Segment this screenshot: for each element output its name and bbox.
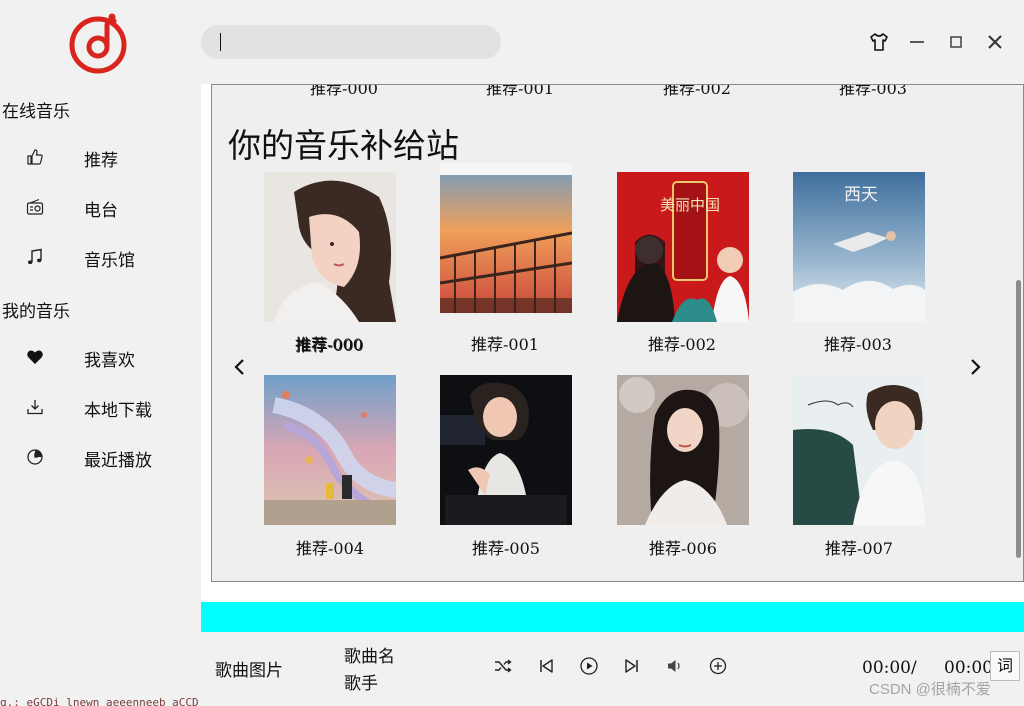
sidebar-item-label: 音乐馆 [84, 251, 135, 271]
recommend-card[interactable]: 推荐-000 [264, 172, 396, 355]
song-cover-label: 歌曲图片 [215, 661, 283, 681]
sidebar-item-label: 我喜欢 [84, 351, 135, 371]
album-cover [617, 375, 749, 525]
album-cover: 美丽中国 [617, 172, 749, 322]
close-icon[interactable] [983, 30, 1007, 54]
heart-icon [27, 350, 43, 364]
recommend-card[interactable]: 推荐-006 [617, 375, 749, 558]
download-icon [27, 400, 43, 415]
current-time: 00:00/ [862, 658, 917, 678]
play-icon[interactable] [579, 656, 599, 676]
previous-row-label: 推荐-003 [839, 84, 907, 98]
section-heading: 你的音乐补给站 [228, 126, 459, 165]
vertical-scrollbar[interactable] [1016, 280, 1021, 558]
card-label: 推荐-000 [296, 336, 364, 355]
album-cover [264, 375, 396, 525]
app-logo [69, 13, 127, 74]
lyric-button[interactable]: 词 [990, 651, 1020, 681]
album-cover [440, 375, 572, 525]
card-label: 推荐-005 [472, 539, 540, 558]
add-icon[interactable] [708, 656, 728, 676]
sidebar-item-label: 本地下载 [84, 401, 152, 421]
music-note-icon [28, 248, 42, 264]
skin-icon[interactable] [867, 30, 891, 54]
sidebar-item-favorites[interactable]: 我喜欢 [0, 336, 201, 380]
sidebar: 在线音乐 推荐 电台 音乐馆 我的音乐 我喜欢 本地下载 最近播放 q,: eG… [0, 0, 201, 706]
cover-text: 美丽中国 [660, 196, 720, 214]
sidebar-item-label: 最近播放 [84, 451, 152, 471]
sidebar-item-label: 推荐 [84, 151, 118, 171]
sidebar-item-label: 电台 [84, 201, 118, 221]
top-bar [201, 0, 1024, 84]
previous-row-label: 推荐-000 [310, 84, 378, 98]
album-cover [264, 172, 396, 322]
singer-name: 歌手 [344, 674, 378, 694]
recommend-card[interactable]: 推荐-007 [793, 375, 925, 558]
sidebar-item-local-download[interactable]: 本地下载 [0, 386, 201, 430]
radio-icon [26, 198, 44, 215]
album-cover [440, 163, 572, 313]
album-cover: 西天 [793, 172, 925, 322]
sidebar-item-music-hall[interactable]: 音乐馆 [0, 236, 201, 280]
song-name: 歌曲名 [344, 647, 395, 667]
album-cover [793, 375, 925, 525]
minimize-icon[interactable] [905, 30, 929, 54]
section-title-my-music: 我的音乐 [2, 302, 70, 322]
sidebar-item-recent[interactable]: 最近播放 [0, 436, 201, 480]
section-title-online: 在线音乐 [2, 102, 70, 122]
previous-row-label: 推荐-001 [486, 84, 554, 98]
sidebar-item-radio[interactable]: 电台 [0, 186, 201, 230]
card-label: 推荐-007 [825, 539, 893, 558]
background-code-text: q,: eGCDi lnewn aeeenneeb aCCD eeelede [0, 696, 201, 706]
volume-icon[interactable] [665, 656, 685, 676]
text-caret [220, 33, 221, 51]
card-label: 推荐-006 [649, 539, 717, 558]
cover-text: 西天 [844, 185, 878, 205]
card-label: 推荐-004 [296, 539, 364, 558]
previous-row-label: 推荐-002 [663, 84, 731, 98]
thumbs-up-icon [27, 149, 43, 165]
watermark: CSDN @很楠不爱 [869, 681, 991, 698]
sidebar-item-recommend[interactable]: 推荐 [0, 136, 201, 180]
total-time: 00:00 [944, 658, 993, 678]
carousel-next-arrow[interactable] [965, 355, 985, 379]
next-icon[interactable] [622, 656, 642, 676]
maximize-icon[interactable] [944, 30, 968, 54]
recommend-card[interactable]: 推荐-004 [264, 375, 396, 558]
recommend-card[interactable]: 推荐-005 [440, 375, 572, 558]
recommend-panel: 推荐-000 推荐-001 推荐-002 推荐-003 你的音乐补给站 推荐-0… [211, 84, 1024, 582]
shuffle-icon[interactable] [493, 656, 513, 676]
recommend-card[interactable] [440, 163, 572, 313]
song-progress-bar[interactable] [201, 602, 1024, 632]
recent-play-icon [27, 449, 43, 465]
recommend-card[interactable]: 西天 [793, 172, 925, 322]
search-input[interactable] [201, 25, 501, 59]
previous-icon[interactable] [536, 656, 556, 676]
recommend-card[interactable]: 美丽中国 [617, 172, 749, 322]
carousel-prev-arrow[interactable] [230, 355, 250, 379]
